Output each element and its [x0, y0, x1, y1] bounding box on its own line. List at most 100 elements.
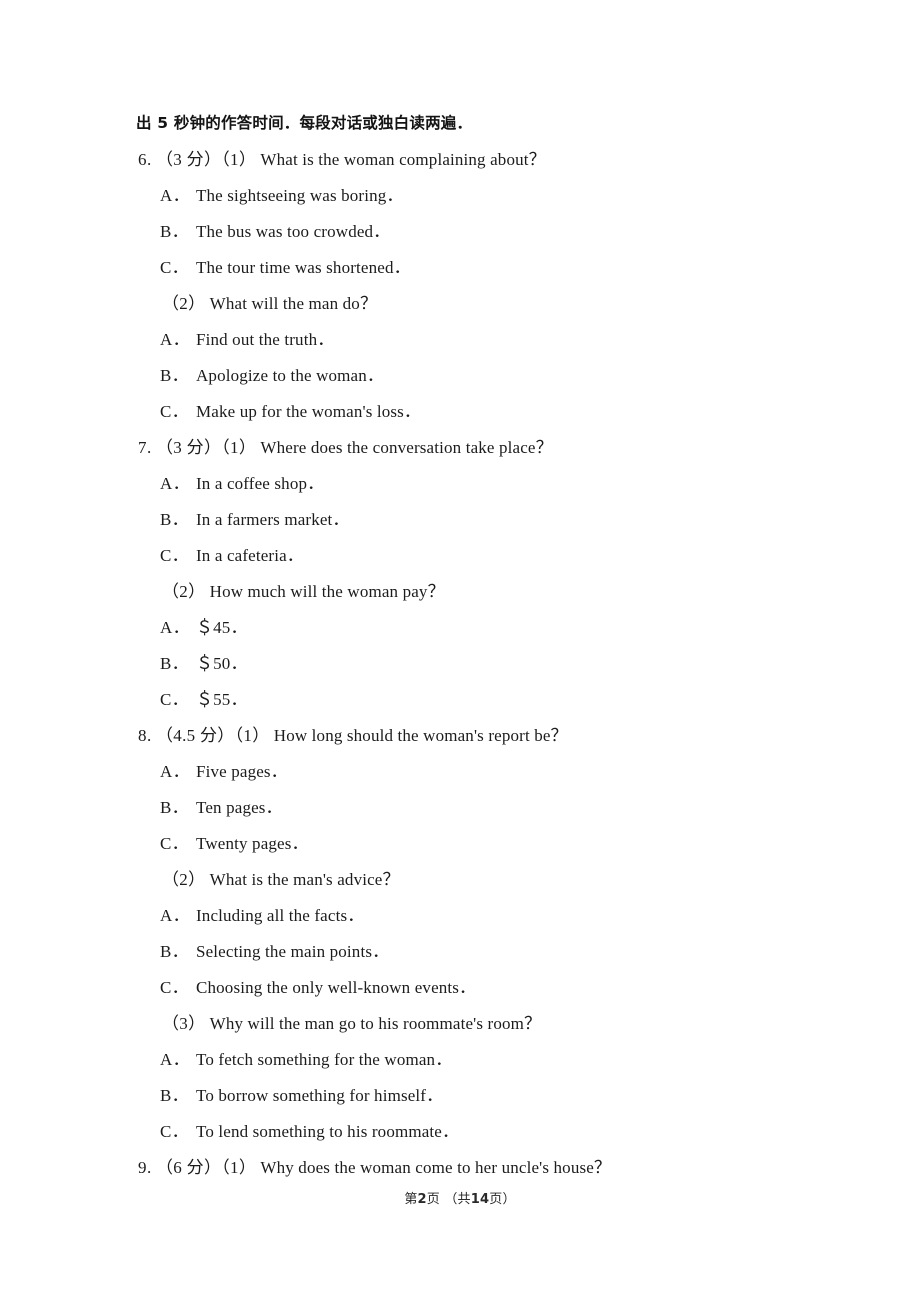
- option-text: To borrow something for himself．: [196, 1086, 444, 1105]
- option-text: Ten pages．: [196, 798, 283, 817]
- option-text: To fetch something for the woman．: [196, 1050, 453, 1069]
- option-text: To lend something to his roommate．: [196, 1122, 460, 1141]
- sub-question-stem: （2） What is the man's advice？: [136, 862, 816, 898]
- option-label: B．: [160, 654, 189, 673]
- answer-option[interactable]: B． Selecting the main points．: [136, 934, 816, 970]
- answer-option[interactable]: A． Five pages．: [136, 754, 816, 790]
- answer-option[interactable]: C． Choosing the only well‐known events．: [136, 970, 816, 1006]
- sub-question-marker: （1）: [234, 726, 270, 745]
- footer-total-open: （共: [444, 1192, 471, 1207]
- sub-question-text: How much will the woman pay？: [209, 582, 445, 601]
- answer-option[interactable]: A． ＄45．: [136, 610, 816, 646]
- sub-question-marker: （2）: [162, 294, 206, 313]
- question-text: How long should the woman's report be？: [273, 726, 568, 745]
- option-label: B．: [160, 1086, 189, 1105]
- option-label: B．: [160, 942, 189, 961]
- option-label: C．: [160, 402, 189, 421]
- option-text: The bus was too crowded．: [196, 222, 391, 241]
- answer-option[interactable]: C． Make up for the woman's loss．: [136, 394, 816, 430]
- listening-instruction: 出 5 秒钟的作答时间．每段对话或独白读两遍．: [136, 114, 473, 132]
- option-label: C．: [160, 546, 189, 565]
- option-label: A．: [160, 474, 190, 493]
- option-label: C．: [160, 978, 189, 997]
- question-stem: 9. （6 分）（1） Why does the woman come to h…: [136, 1150, 816, 1186]
- option-label: A．: [160, 618, 190, 637]
- sub-question-marker: （2）: [162, 870, 206, 889]
- question-text: Where does the conversation take place？: [260, 438, 553, 457]
- option-text: Apologize to the woman．: [196, 366, 385, 385]
- answer-option[interactable]: B． In a farmers market．: [136, 502, 816, 538]
- footer-total-pages: 14: [470, 1192, 490, 1207]
- option-text: In a cafeteria．: [196, 546, 304, 565]
- answer-option[interactable]: A． In a coffee shop．: [136, 466, 816, 502]
- option-text: The tour time was shortened．: [196, 258, 411, 277]
- question-text: Why does the woman come to her uncle's h…: [260, 1158, 612, 1177]
- sub-question-marker: （1）: [221, 150, 257, 169]
- question-score: （6 分）: [156, 1158, 222, 1177]
- sub-question-stem: （2） How much will the woman pay？: [136, 574, 816, 610]
- question-text: What is the woman complaining about？: [260, 150, 546, 169]
- option-text: Make up for the woman's loss．: [196, 402, 422, 421]
- question-block: 8. （4.5 分）（1） How long should the woman'…: [136, 718, 816, 1150]
- question-number: 9.: [138, 1158, 152, 1177]
- question-stem: 8. （4.5 分）（1） How long should the woman'…: [136, 718, 816, 754]
- sub-question-text: What will the man do？: [209, 294, 378, 313]
- question-number: 6.: [138, 150, 152, 169]
- question-number: 8.: [138, 726, 152, 745]
- option-label: C．: [160, 1122, 189, 1141]
- question-block: 6. （3 分）（1） What is the woman complainin…: [136, 142, 816, 430]
- footer-page-unit: 页: [426, 1192, 440, 1207]
- footer-page-number: 2: [417, 1192, 427, 1207]
- answer-option[interactable]: C． ＄55．: [136, 682, 816, 718]
- answer-option[interactable]: A． Including all the facts．: [136, 898, 816, 934]
- option-label: C．: [160, 834, 189, 853]
- option-label: A．: [160, 1050, 190, 1069]
- answer-option[interactable]: C． In a cafeteria．: [136, 538, 816, 574]
- question-score: （3 分）: [156, 150, 222, 169]
- answer-option[interactable]: B． Ten pages．: [136, 790, 816, 826]
- answer-option[interactable]: B． Apologize to the woman．: [136, 358, 816, 394]
- option-text: In a coffee shop．: [196, 474, 325, 493]
- sub-question-marker: （1）: [221, 1158, 257, 1177]
- answer-option[interactable]: A． Find out the truth．: [136, 322, 816, 358]
- answer-option[interactable]: C． To lend something to his roommate．: [136, 1114, 816, 1150]
- answer-option[interactable]: B． To borrow something for himself．: [136, 1078, 816, 1114]
- option-text: ＄45．: [196, 618, 248, 637]
- question-score: （4.5 分）: [156, 726, 235, 745]
- option-label: A．: [160, 330, 190, 349]
- question-stem: 7. （3 分）（1） Where does the conversation …: [136, 430, 816, 466]
- option-label: C．: [160, 690, 189, 709]
- page-footer: 第2页 （共14页）: [0, 1188, 920, 1207]
- option-label: B．: [160, 222, 189, 241]
- answer-option[interactable]: C． The tour time was shortened．: [136, 250, 816, 286]
- option-text: Including all the facts．: [196, 906, 365, 925]
- option-text: Five pages．: [196, 762, 288, 781]
- exam-content: 出 5 秒钟的作答时间．每段对话或独白读两遍． 6. （3 分）（1） What…: [136, 110, 816, 1186]
- sub-question-stem: （2） What will the man do？: [136, 286, 816, 322]
- sub-question-marker: （2）: [162, 582, 206, 601]
- option-label: C．: [160, 258, 189, 277]
- sub-question-marker: （3）: [162, 1014, 206, 1033]
- option-label: A．: [160, 762, 190, 781]
- option-text: Selecting the main points．: [196, 942, 390, 961]
- exam-page: 出 5 秒钟的作答时间．每段对话或独白读两遍． 6. （3 分）（1） What…: [0, 0, 920, 1302]
- answer-option[interactable]: B． ＄50．: [136, 646, 816, 682]
- option-text: Twenty pages．: [196, 834, 309, 853]
- option-text: Find out the truth．: [196, 330, 335, 349]
- option-label: A．: [160, 906, 190, 925]
- option-text: Choosing the only well‐known events．: [196, 978, 477, 997]
- footer-prefix: 第: [404, 1192, 418, 1207]
- answer-option[interactable]: A． To fetch something for the woman．: [136, 1042, 816, 1078]
- footer-total-unit: 页）: [489, 1192, 516, 1207]
- option-text: ＄50．: [196, 654, 248, 673]
- question-list: 6. （3 分）（1） What is the woman complainin…: [136, 142, 816, 1186]
- option-text: ＄55．: [196, 690, 248, 709]
- option-label: A．: [160, 186, 190, 205]
- option-label: B．: [160, 510, 189, 529]
- answer-option[interactable]: C． Twenty pages．: [136, 826, 816, 862]
- question-number: 7.: [138, 438, 152, 457]
- sub-question-marker: （1）: [221, 438, 257, 457]
- answer-option[interactable]: B． The bus was too crowded．: [136, 214, 816, 250]
- answer-option[interactable]: A． The sightseeing was boring．: [136, 178, 816, 214]
- option-label: B．: [160, 798, 189, 817]
